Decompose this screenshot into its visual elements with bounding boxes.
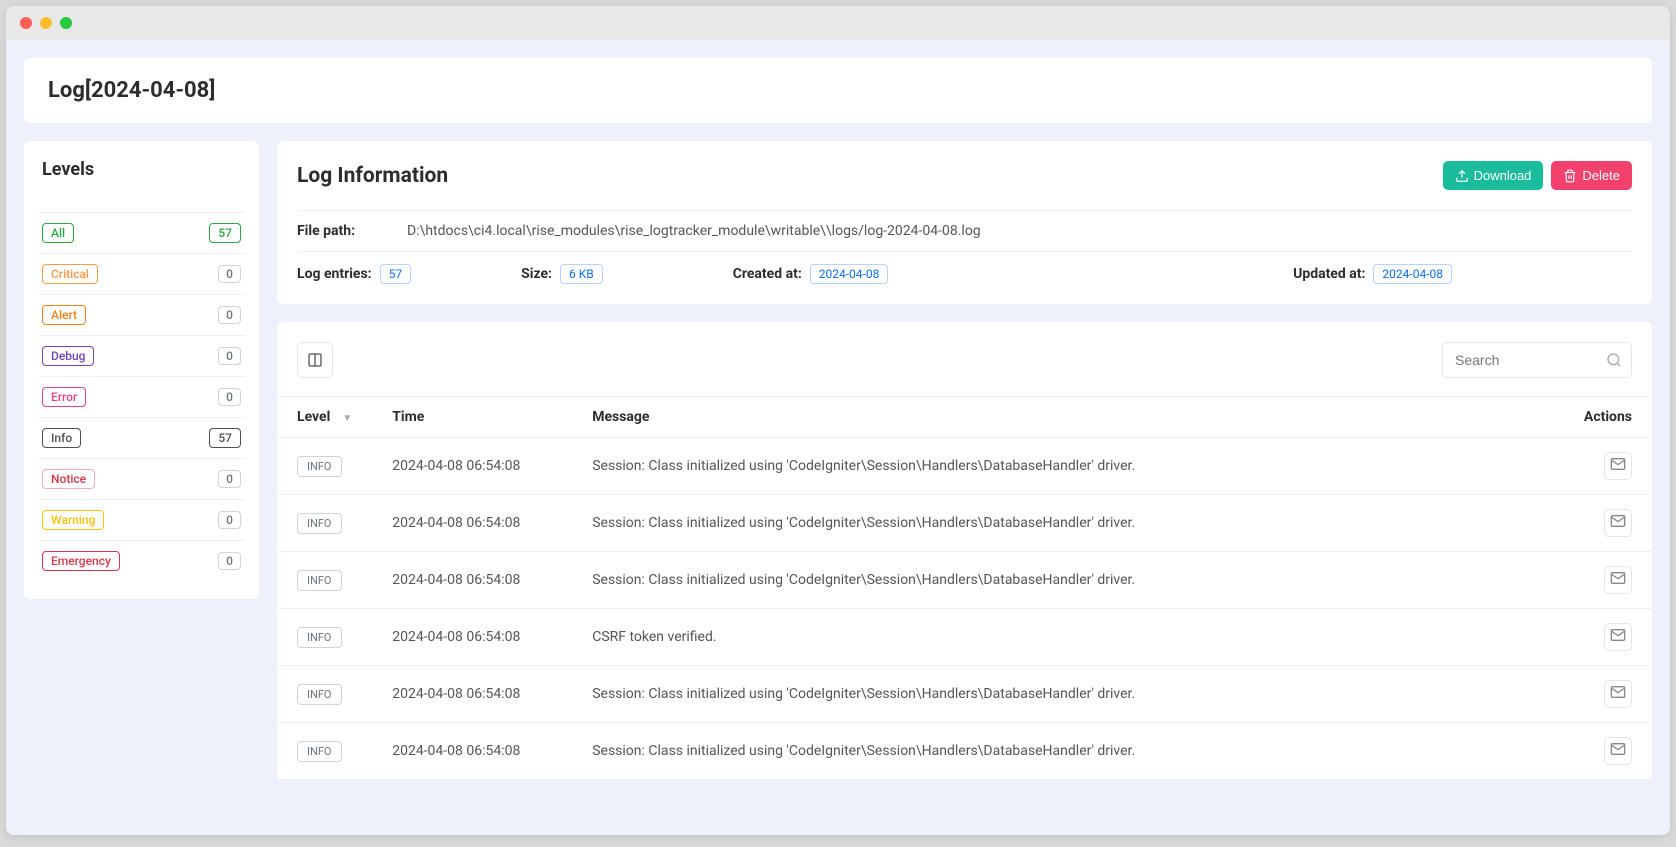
level-filter-critical[interactable]: Critical 0	[38, 253, 245, 294]
upload-icon	[1455, 169, 1469, 183]
row-level-badge: INFO	[297, 513, 342, 534]
file-path-label: File path:	[297, 223, 367, 239]
row-message: CSRF token verified.	[572, 609, 1552, 666]
level-filter-all[interactable]: All 57	[38, 212, 245, 253]
level-filter-alert[interactable]: Alert 0	[38, 294, 245, 335]
level-badge: Debug	[42, 346, 94, 366]
level-badge: Error	[42, 387, 86, 407]
row-level-badge: INFO	[297, 570, 342, 591]
row-level-badge: INFO	[297, 456, 342, 477]
row-action-mail[interactable]	[1604, 566, 1632, 594]
mail-icon	[1610, 627, 1626, 647]
level-count: 0	[218, 470, 241, 488]
log-table: Level▼ Time Message Actions INFO 2024-04-…	[277, 396, 1652, 780]
search-input[interactable]	[1442, 342, 1632, 378]
level-count: 0	[218, 511, 241, 529]
level-filter-info[interactable]: Info 57	[38, 417, 245, 458]
sort-desc-icon: ▼	[342, 413, 352, 424]
row-level-badge: INFO	[297, 627, 342, 648]
level-filter-warning[interactable]: Warning 0	[38, 499, 245, 540]
mail-icon	[1610, 684, 1626, 704]
level-count: 0	[218, 265, 241, 283]
col-actions: Actions	[1552, 397, 1652, 438]
row-time: 2024-04-08 06:54:08	[372, 495, 572, 552]
level-count: 57	[209, 428, 241, 448]
row-message: Session: Class initialized using 'CodeIg…	[572, 666, 1552, 723]
table-row: INFO 2024-04-08 06:54:08CSRF token verifi…	[277, 609, 1652, 666]
level-badge: Notice	[42, 469, 95, 489]
columns-icon	[307, 352, 323, 368]
table-row: INFO 2024-04-08 06:54:08Session: Class in…	[277, 666, 1652, 723]
entries-label: Log entries:	[297, 266, 372, 282]
mail-icon	[1610, 513, 1626, 533]
trash-icon	[1563, 169, 1577, 183]
page-title: Log[2024-04-08]	[48, 78, 1628, 103]
updated-value: 2024-04-08	[1373, 264, 1452, 284]
page-header: Log[2024-04-08]	[24, 58, 1652, 123]
search-icon	[1606, 352, 1622, 368]
level-count: 0	[218, 552, 241, 570]
mail-icon	[1610, 741, 1626, 761]
col-time[interactable]: Time	[372, 397, 572, 438]
row-message: Session: Class initialized using 'CodeIg…	[572, 552, 1552, 609]
levels-sidebar: Levels All 57 Critical 0 Alert 0 Debug 0 Error 0 I…	[24, 141, 259, 599]
table-row: INFO 2024-04-08 06:54:08Session: Class in…	[277, 438, 1652, 495]
level-count: 0	[218, 347, 241, 365]
level-count: 0	[218, 306, 241, 324]
row-time: 2024-04-08 06:54:08	[372, 723, 572, 780]
row-message: Session: Class initialized using 'CodeIg…	[572, 438, 1552, 495]
level-count: 57	[209, 223, 241, 243]
col-level[interactable]: Level▼	[277, 397, 372, 438]
entries-value: 57	[380, 264, 412, 284]
row-action-mail[interactable]	[1604, 623, 1632, 651]
download-button[interactable]: Download	[1443, 161, 1544, 190]
level-badge: Alert	[42, 305, 86, 325]
log-table-card: Level▼ Time Message Actions INFO 2024-04-…	[277, 322, 1652, 780]
level-filter-debug[interactable]: Debug 0	[38, 335, 245, 376]
size-value: 6 KB	[560, 264, 603, 284]
table-row: INFO 2024-04-08 06:54:08Session: Class in…	[277, 552, 1652, 609]
file-path-value: D:\htdocs\ci4.local\rise_modules\rise_lo…	[407, 223, 981, 239]
log-info-title: Log Information	[297, 164, 448, 188]
level-badge: Info	[42, 428, 81, 448]
window-titlebar	[6, 6, 1670, 40]
row-action-mail[interactable]	[1604, 509, 1632, 537]
maximize-window-icon[interactable]	[60, 17, 72, 29]
minimize-window-icon[interactable]	[40, 17, 52, 29]
row-level-badge: INFO	[297, 684, 342, 705]
level-filter-emergency[interactable]: Emergency 0	[38, 540, 245, 581]
created-label: Created at:	[733, 266, 802, 282]
delete-button[interactable]: Delete	[1551, 161, 1632, 190]
table-row: INFO 2024-04-08 06:54:08Session: Class in…	[277, 495, 1652, 552]
row-action-mail[interactable]	[1604, 680, 1632, 708]
row-message: Session: Class initialized using 'CodeIg…	[572, 495, 1552, 552]
level-badge: Emergency	[42, 551, 120, 571]
level-badge: All	[42, 223, 74, 243]
log-info-card: Log Information Download Delete	[277, 141, 1652, 304]
mail-icon	[1610, 456, 1626, 476]
sidebar-title: Levels	[38, 159, 245, 194]
row-message: Session: Class initialized using 'CodeIg…	[572, 723, 1552, 780]
level-badge: Warning	[42, 510, 104, 530]
level-count: 0	[218, 388, 241, 406]
level-badge: Critical	[42, 264, 98, 284]
row-time: 2024-04-08 06:54:08	[372, 552, 572, 609]
mail-icon	[1610, 570, 1626, 590]
row-time: 2024-04-08 06:54:08	[372, 438, 572, 495]
table-row: INFO 2024-04-08 06:54:08Session: Class in…	[277, 723, 1652, 780]
close-window-icon[interactable]	[20, 17, 32, 29]
size-label: Size:	[521, 266, 552, 282]
created-value: 2024-04-08	[810, 264, 889, 284]
row-time: 2024-04-08 06:54:08	[372, 609, 572, 666]
level-filter-error[interactable]: Error 0	[38, 376, 245, 417]
row-time: 2024-04-08 06:54:08	[372, 666, 572, 723]
row-action-mail[interactable]	[1604, 737, 1632, 765]
updated-label: Updated at:	[1293, 266, 1365, 282]
level-filter-notice[interactable]: Notice 0	[38, 458, 245, 499]
row-action-mail[interactable]	[1604, 452, 1632, 480]
row-level-badge: INFO	[297, 741, 342, 762]
col-message[interactable]: Message	[572, 397, 1552, 438]
column-toggle-button[interactable]	[297, 342, 333, 378]
